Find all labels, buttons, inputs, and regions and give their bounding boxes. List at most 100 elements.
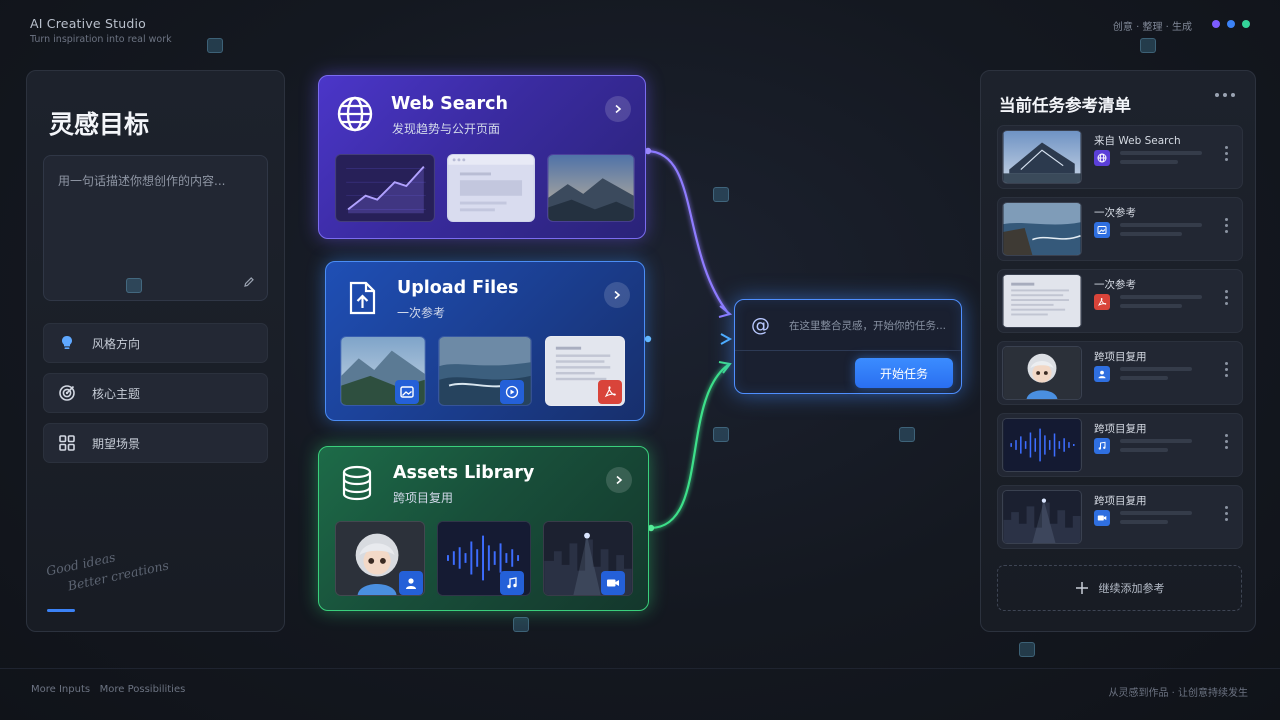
footer-left-text: More Inputs More Possibilities [31, 684, 186, 695]
reference-item[interactable]: 一次参考 [997, 269, 1243, 333]
watermark-icon [713, 187, 729, 202]
pdf-icon [1097, 297, 1107, 307]
image-icon [1097, 226, 1107, 234]
ref-badge [1094, 222, 1110, 238]
reference-item[interactable]: 一次参考 [997, 197, 1243, 261]
item-menu-icon[interactable] [1225, 362, 1228, 377]
ref-label: 一次参考 [1094, 207, 1136, 219]
music-icon [507, 577, 517, 589]
thumb-chart[interactable] [335, 154, 435, 222]
source-card-assets-library[interactable]: Assets Library 跨项目复用 [318, 446, 649, 611]
ref-meta-bar [1120, 439, 1192, 443]
item-menu-icon[interactable] [1225, 434, 1228, 449]
watermark-icon [207, 38, 223, 53]
ref-thumb-city [1002, 490, 1082, 544]
start-task-button[interactable]: 开始任务 [855, 358, 953, 388]
slogan: Good ideas Better creations [44, 537, 170, 599]
reference-item[interactable]: 跨项目复用 [997, 341, 1243, 405]
chart-thumbnail-icon [336, 155, 434, 221]
ref-label: 跨项目复用 [1094, 495, 1147, 507]
ref-thumb-character [1002, 346, 1082, 400]
ref-thumb-coast [1002, 202, 1082, 256]
option-label: 核心主题 [92, 386, 141, 401]
person-icon [1098, 370, 1106, 379]
ref-meta-bar [1120, 151, 1202, 155]
mention-icon[interactable]: @ [751, 314, 770, 336]
watermark-icon [1140, 38, 1156, 53]
reference-item[interactable]: 跨项目复用 [997, 413, 1243, 477]
accent-line [47, 609, 75, 612]
music-badge [500, 571, 524, 595]
panel-title: 灵感目标 [49, 110, 150, 139]
webpage-thumbnail-icon [448, 155, 534, 221]
item-menu-icon[interactable] [1225, 146, 1228, 161]
ref-badge [1094, 438, 1110, 454]
image-badge [395, 380, 419, 404]
task-input-placeholder[interactable]: 在这里整合灵感，开始你的任务... [789, 318, 946, 333]
option-expected-scene[interactable]: 期望场景 [43, 423, 268, 463]
video-badge [500, 380, 524, 404]
video-icon [1097, 515, 1107, 521]
landscape-thumbnail-icon [548, 155, 634, 221]
grid-icon [59, 435, 75, 451]
open-assets-library-button[interactable] [606, 467, 632, 493]
play-icon [505, 385, 519, 399]
globe-icon [337, 96, 373, 132]
thumb-landscape[interactable] [547, 154, 635, 222]
chevron-right-icon [614, 290, 621, 300]
database-icon [342, 465, 372, 501]
watermark-icon [1019, 642, 1035, 657]
chevron-right-icon [615, 104, 622, 114]
ref-label: 来自 Web Search [1094, 135, 1181, 147]
card-title: Upload Files [397, 278, 519, 298]
task-composer[interactable]: @ 在这里整合灵感，开始你的任务... 开始任务 [734, 299, 962, 394]
option-core-theme[interactable]: 核心主题 [43, 373, 268, 413]
prompt-input[interactable]: 用一句话描述你想创作的内容... [43, 155, 268, 301]
open-web-search-button[interactable] [605, 96, 631, 122]
ref-meta-bar [1120, 160, 1178, 164]
source-card-web-search[interactable]: Web Search 发现趋势与公开页面 [318, 75, 646, 239]
item-menu-icon[interactable] [1225, 290, 1228, 305]
ref-meta-bar [1120, 367, 1192, 371]
ref-label: 跨项目复用 [1094, 351, 1147, 363]
option-label: 期望场景 [92, 436, 141, 451]
chevron-right-icon [616, 475, 623, 485]
option-label: 风格方向 [92, 336, 141, 351]
pencil-icon[interactable] [243, 276, 255, 288]
prompt-placeholder: 用一句话描述你想创作的内容... [58, 174, 226, 188]
ref-badge [1094, 366, 1110, 382]
card-title: Web Search [391, 94, 508, 114]
ref-thumb-document [1002, 274, 1082, 328]
target-icon [59, 385, 75, 401]
reference-item[interactable]: 跨项目复用 [997, 485, 1243, 549]
pdf-icon [604, 386, 616, 398]
footer-right-text: 从灵感到作品 · 让创意持续发生 [1108, 688, 1248, 699]
add-reference-button[interactable]: 继续添加参考 [997, 565, 1242, 611]
image-icon [400, 386, 414, 398]
ref-thumb-architecture [1002, 130, 1082, 184]
card-subtitle: 发现趋势与公开页面 [392, 122, 501, 136]
panel-title: 当前任务参考清单 [999, 96, 1131, 115]
watermark-icon [713, 427, 729, 442]
card-subtitle: 跨项目复用 [393, 491, 454, 505]
lightbulb-icon [62, 336, 72, 349]
open-upload-files-button[interactable] [604, 282, 630, 308]
ref-badge [1094, 150, 1110, 166]
thumb-webpage[interactable] [447, 154, 535, 222]
watermark-icon [126, 278, 142, 293]
ref-meta-bar [1120, 232, 1182, 236]
plus-icon [1075, 582, 1088, 594]
option-style-direction[interactable]: 风格方向 [43, 323, 268, 363]
pdf-badge [598, 380, 622, 404]
item-menu-icon[interactable] [1225, 218, 1228, 233]
ref-meta-bar [1120, 448, 1168, 452]
source-card-upload-files[interactable]: Upload Files 一次参考 [325, 261, 645, 421]
inspiration-panel: 灵感目标 用一句话描述你想创作的内容... 风格方向 核心主题 期望场景 Goo… [26, 70, 285, 632]
reference-item[interactable]: 来自 Web Search [997, 125, 1243, 189]
card-subtitle: 一次参考 [397, 306, 446, 320]
more-options-icon[interactable] [1215, 93, 1235, 97]
add-reference-label: 继续添加参考 [1098, 582, 1165, 595]
person-badge [399, 571, 423, 595]
footer-divider [0, 668, 1280, 669]
item-menu-icon[interactable] [1225, 506, 1228, 521]
